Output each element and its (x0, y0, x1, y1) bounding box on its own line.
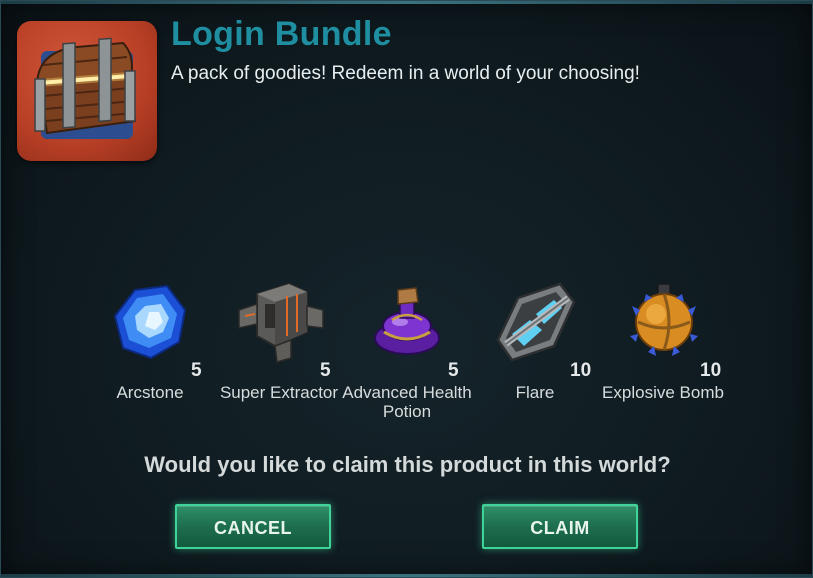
item-quantity: 10 (570, 360, 592, 381)
claim-prompt: Would you like to claim this product in … (144, 452, 671, 477)
bundle-subtitle: A pack of goodies! Redeem in a world of … (171, 63, 640, 84)
cancel-button[interactable]: CANCEL (175, 504, 331, 549)
item-quantity: 5 (320, 360, 331, 381)
item-name: Super Extractor (219, 383, 339, 402)
list-item-arcstone: 5 Arcstone (85, 276, 215, 446)
super-extractor-icon (214, 276, 344, 366)
item-name: Flare (515, 383, 555, 402)
explosive-bomb-icon (598, 276, 728, 366)
list-item-explosive-bomb: 10 Explosive Bomb (598, 276, 728, 446)
list-item-flare: 10 Flare (470, 276, 600, 446)
bundle-items-list: 5 Arcstone 5 Super Extractor 5 Advanced … (1, 276, 813, 446)
list-item-advanced-health-potion: 5 Advanced Health Potion (342, 276, 472, 446)
bundle-title: Login Bundle (171, 15, 392, 53)
arcstone-icon (85, 276, 215, 366)
item-name: Advanced Health Potion (342, 383, 472, 421)
item-quantity: 10 (700, 360, 722, 381)
item-name: Arcstone (116, 383, 184, 402)
treasure-chest-icon (17, 21, 157, 161)
item-quantity: 5 (191, 360, 202, 381)
item-quantity: 5 (448, 360, 459, 381)
flare-icon (470, 276, 600, 366)
item-name: Explosive Bomb (602, 383, 724, 402)
claim-dialog: Login Bundle A pack of goodies! Redeem i… (0, 0, 813, 578)
list-item-super-extractor: 5 Super Extractor (214, 276, 344, 446)
claim-button[interactable]: CLAIM (482, 504, 638, 549)
health-potion-icon (342, 276, 472, 366)
